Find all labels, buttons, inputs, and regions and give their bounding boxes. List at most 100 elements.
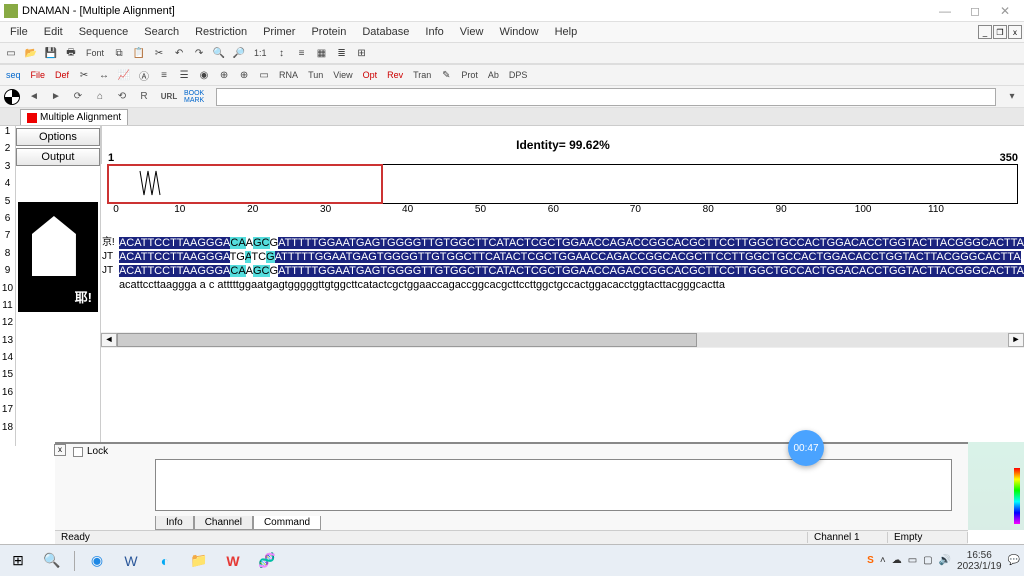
tb2-scis[interactable]: ✂ (75, 66, 93, 84)
misc-icon[interactable]: ⊞ (353, 44, 371, 62)
tb2-mut[interactable]: ✎ (437, 66, 455, 84)
tb2-abc[interactable]: Ⓐ (135, 66, 153, 84)
mdi-restore[interactable]: ❐ (993, 25, 1007, 39)
url-dropdown-icon[interactable]: ▾ (1002, 88, 1022, 106)
tb2-prot[interactable]: Prot (457, 66, 482, 84)
overview-chart[interactable] (107, 164, 1018, 204)
tab-multiple-alignment[interactable]: Multiple Alignment (20, 109, 128, 125)
tb2-view[interactable]: View (329, 66, 356, 84)
h-scrollbar[interactable]: ◄ ► (101, 332, 1024, 348)
tb2-opt[interactable]: Opt (359, 66, 382, 84)
tb2-o[interactable]: ◉ (195, 66, 213, 84)
tray-up-icon[interactable]: ˄ (880, 555, 886, 566)
font-button[interactable]: Font (82, 44, 108, 62)
menu-primer[interactable]: Primer (255, 24, 303, 40)
fit-icon[interactable]: ↕ (273, 44, 291, 62)
tb2-tgt2[interactable]: ⊕ (235, 66, 253, 84)
compass-icon[interactable] (2, 88, 22, 106)
tb2-rna[interactable]: RNA (275, 66, 302, 84)
tb2-dps[interactable]: DPS (505, 66, 532, 84)
bookmark-label[interactable]: BOOK MARK (184, 88, 210, 106)
tb2-revtran[interactable]: Rev (383, 66, 407, 84)
refresh-icon[interactable]: ⟲ (112, 88, 132, 106)
grid-icon[interactable]: ▦ (313, 44, 331, 62)
close-button[interactable]: ✕ (990, 2, 1020, 20)
menu-window[interactable]: Window (491, 24, 546, 40)
stop-icon[interactable]: ⟳ (68, 88, 88, 106)
url-input[interactable] (216, 88, 996, 106)
back-icon[interactable]: ◄ (24, 88, 44, 106)
menu-info[interactable]: Info (417, 24, 451, 40)
menu-view[interactable]: View (452, 24, 492, 40)
wps-icon[interactable]: W (219, 548, 247, 574)
scroll-track[interactable] (117, 333, 1008, 347)
redo-icon[interactable]: ↷ (190, 44, 208, 62)
tray-onedrive-icon[interactable]: ☁ (892, 555, 902, 566)
seq-row-3[interactable]: JT ACATTCCTTAAGGGACAAGCGATTTTTGGAATGAGTG… (101, 264, 1024, 278)
output-button[interactable]: Output (16, 148, 100, 166)
menu-help[interactable]: Help (547, 24, 586, 40)
options-button[interactable]: Options (16, 128, 100, 146)
explorer-icon[interactable]: 📁 (185, 548, 213, 574)
tb2-file[interactable]: File (27, 66, 50, 84)
tab-info[interactable]: Info (155, 516, 194, 530)
recording-timer[interactable]: 00:47 (788, 430, 824, 466)
scroll-left-icon[interactable]: ◄ (101, 333, 117, 347)
home-icon[interactable]: ⌂ (90, 88, 110, 106)
zoomin-icon[interactable]: 🔍 (210, 44, 228, 62)
tb2-def[interactable]: Def (51, 66, 73, 84)
scroll-right-icon[interactable]: ► (1008, 333, 1024, 347)
word-icon[interactable]: W (117, 548, 145, 574)
alignment-view[interactable]: 京! ACATTCCTTAAGGGACAAGCGATTTTTGGAATGAGTG… (101, 236, 1024, 292)
tb2-box[interactable]: ▭ (255, 66, 273, 84)
minimize-button[interactable]: — (930, 2, 960, 20)
tb2-seq[interactable]: seq (2, 66, 25, 84)
save-icon[interactable]: 💾 (42, 44, 60, 62)
mdi-min[interactable]: _ (978, 25, 992, 39)
start-button[interactable]: ⊞ (4, 548, 32, 574)
tb2-tgt[interactable]: ⊕ (215, 66, 233, 84)
dnaman-taskbar-icon[interactable]: 🧬 (253, 548, 281, 574)
open-icon[interactable]: 📂 (22, 44, 40, 62)
tb2-ab[interactable]: Ab (484, 66, 503, 84)
pane-close-icon[interactable]: x (54, 444, 66, 456)
menu-sequence[interactable]: Sequence (71, 24, 137, 40)
tab-command[interactable]: Command (253, 516, 321, 530)
tab-channel[interactable]: Channel (194, 516, 253, 530)
menu-file[interactable]: File (2, 24, 36, 40)
tb2-graph[interactable]: 📈 (115, 66, 133, 84)
forward-icon[interactable]: ► (46, 88, 66, 106)
tray-battery-icon[interactable]: ▢ (923, 555, 932, 566)
zoom-11[interactable]: 1:1 (250, 44, 271, 62)
command-input[interactable] (155, 459, 952, 511)
menu-edit[interactable]: Edit (36, 24, 71, 40)
cut-icon[interactable]: ✂ (150, 44, 168, 62)
menu-protein[interactable]: Protein (303, 24, 354, 40)
browser-icon[interactable]: ◐ (151, 548, 179, 574)
r-button[interactable]: R (134, 88, 154, 106)
seq-row-1[interactable]: 京! ACATTCCTTAAGGGACAAGCGATTTTTGGAATGAGTG… (101, 236, 1024, 250)
tb2-bars[interactable]: ≡ (155, 66, 173, 84)
lock-checkbox[interactable] (73, 447, 83, 457)
seq-row-2[interactable]: JT ACATTCCTTAAGGGATGATCGATTTTTGGAATGAGTG… (101, 250, 1024, 264)
menu-search[interactable]: Search (136, 24, 187, 40)
ime-icon[interactable]: S (867, 555, 874, 566)
search-icon[interactable]: 🔍 (38, 548, 66, 574)
align-icon[interactable]: ≣ (333, 44, 351, 62)
menu-restriction[interactable]: Restriction (187, 24, 255, 40)
tb2-tran[interactable]: Tran (409, 66, 435, 84)
tb2-rev[interactable]: ↔ (95, 66, 113, 84)
print-icon[interactable]: 🖶 (62, 44, 80, 62)
undo-icon[interactable]: ↶ (170, 44, 188, 62)
edge-icon[interactable]: ◉ (83, 548, 111, 574)
tray-volume-icon[interactable]: 🔊 (939, 555, 951, 566)
notifications-icon[interactable]: 💬 (1008, 555, 1020, 566)
ruler-icon[interactable]: ≡ (293, 44, 311, 62)
paste-icon[interactable]: 📋 (130, 44, 148, 62)
copy-icon[interactable]: ⧉ (110, 44, 128, 62)
new-icon[interactable]: ▭ (2, 44, 20, 62)
tray-net-icon[interactable]: ▭ (908, 555, 917, 566)
menu-database[interactable]: Database (354, 24, 417, 40)
zoomout-icon[interactable]: 🔎 (230, 44, 248, 62)
scroll-thumb[interactable] (117, 333, 697, 347)
